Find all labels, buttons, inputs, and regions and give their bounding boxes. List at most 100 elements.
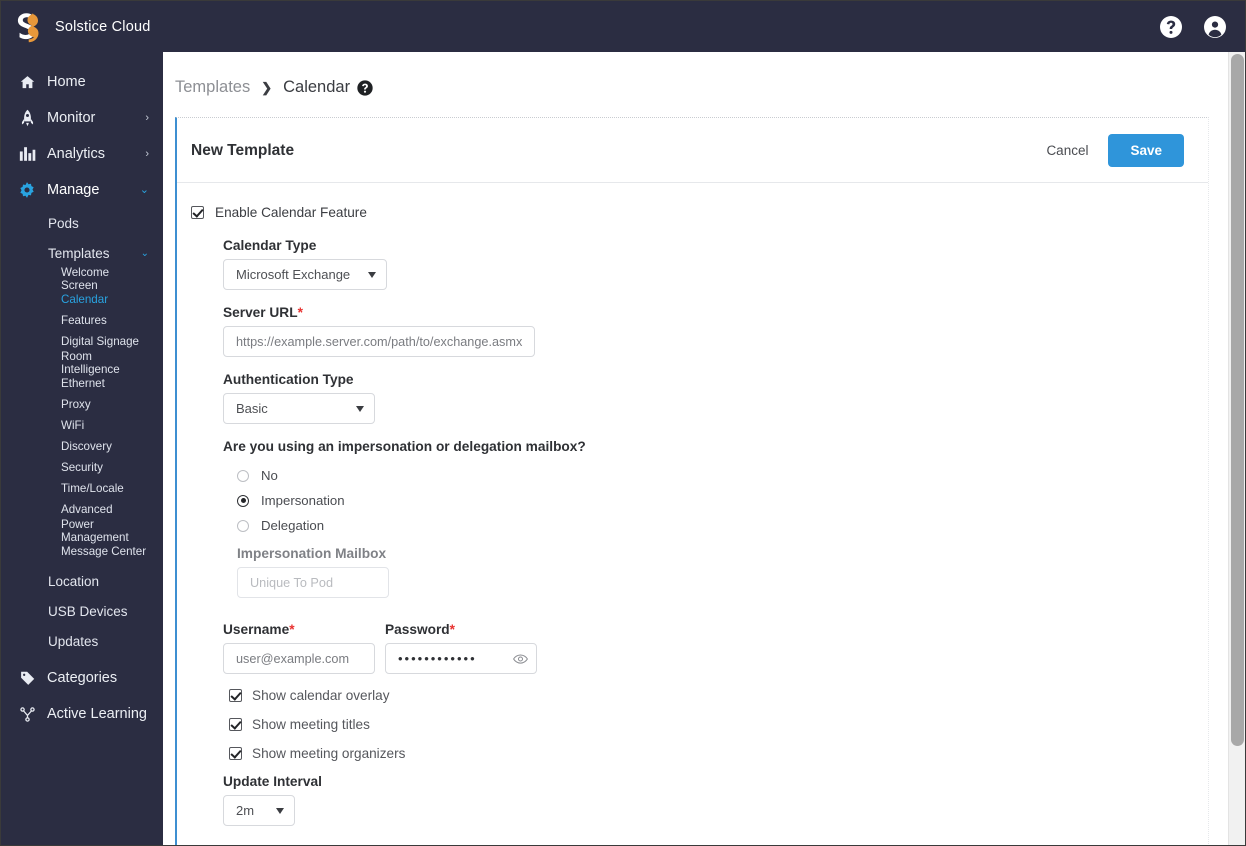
sidebar-item-label: Welcome Screen — [61, 265, 110, 292]
sidebar-item-features[interactable]: Features — [1, 310, 163, 331]
sidebar-item-manage[interactable]: Manage ⌄ — [1, 172, 163, 208]
radio-no[interactable] — [237, 469, 249, 482]
sidebar-item-label: Ethernet — [61, 377, 105, 390]
sidebar-item-label: Analytics — [47, 146, 106, 162]
main-content: Templates ❯ Calendar New Template Cancel… — [163, 52, 1245, 845]
sidebar-item-updates[interactable]: Updates — [1, 626, 163, 656]
sidebar-item-power-management[interactable]: Power Management — [1, 518, 163, 544]
impersonation-mailbox-label: Impersonation Mailbox — [237, 546, 387, 561]
server-url-input[interactable]: https://example.server.com/path/to/excha… — [223, 326, 535, 357]
sidebar-item-label: Monitor — [47, 110, 96, 126]
sidebar-item-label: Categories — [47, 670, 118, 686]
sidebar-item-welcome-screen[interactable]: Welcome Screen — [1, 265, 163, 292]
user-account-icon[interactable] — [1203, 15, 1227, 39]
sidebar-item-location[interactable]: Location — [1, 566, 163, 596]
sidebar-item-active-learning[interactable]: Active Learning — [1, 696, 163, 732]
show-calendar-overlay-label: Show calendar overlay — [252, 688, 390, 703]
sidebar-item-ethernet[interactable]: Ethernet — [1, 373, 163, 394]
chevron-down-icon — [276, 807, 284, 814]
breadcrumb-separator: ❯ — [261, 79, 273, 95]
gear-icon — [17, 181, 37, 199]
update-interval-select[interactable]: 2m — [223, 795, 295, 826]
sidebar-item-templates[interactable]: Templates ⌄ — [1, 238, 163, 268]
rocket-icon — [17, 109, 37, 128]
credentials-row: Username* user@example.com Password* •••… — [223, 622, 1208, 674]
sidebar-item-proxy[interactable]: Proxy — [1, 394, 163, 415]
bar-chart-icon — [17, 146, 37, 162]
sidebar-item-pods[interactable]: Pods — [1, 208, 163, 238]
sidebar-item-analytics[interactable]: Analytics › — [1, 136, 163, 172]
sidebar-item-label: Templates — [48, 245, 110, 261]
vertical-scrollbar[interactable] — [1228, 52, 1245, 845]
mailbox-radio-group: No Impersonation Delegation — [237, 463, 1208, 538]
username-input[interactable]: user@example.com — [223, 643, 375, 674]
sidebar-item-wifi[interactable]: WiFi — [1, 415, 163, 436]
mailbox-question-group: Are you using an impersonation or delega… — [223, 439, 1208, 538]
help-circle-icon[interactable] — [1159, 15, 1183, 39]
required-marker: * — [449, 622, 455, 637]
sidebar-item-label: Updates — [48, 633, 99, 649]
auth-type-label: Authentication Type — [223, 372, 354, 387]
sidebar-item-security[interactable]: Security — [1, 457, 163, 478]
radio-option-no[interactable]: No — [237, 463, 1208, 488]
radio-delegation[interactable] — [237, 519, 249, 532]
radio-option-delegation[interactable]: Delegation — [237, 513, 1208, 538]
sidebar-item-home[interactable]: Home — [1, 64, 163, 100]
username-label: Username* — [223, 622, 375, 637]
show-meeting-organizers-checkbox[interactable] — [229, 747, 242, 760]
radio-impersonation[interactable] — [237, 494, 249, 507]
topbar-icons — [1159, 15, 1227, 39]
update-interval-field: Update Interval 2m — [223, 774, 1208, 826]
radio-delegation-label: Delegation — [261, 518, 325, 533]
auth-type-select[interactable]: Basic — [223, 393, 375, 424]
username-field: Username* user@example.com — [223, 622, 375, 674]
brand[interactable]: Solstice Cloud — [13, 11, 151, 43]
sidebar-item-categories[interactable]: Categories — [1, 660, 163, 696]
brand-name: Solstice Cloud — [55, 18, 151, 35]
sidebar-item-label: Features — [61, 314, 107, 327]
calendar-type-select[interactable]: Microsoft Exchange — [223, 259, 387, 290]
sidebar-item-message-center[interactable]: Message Center — [1, 541, 163, 562]
username-placeholder: user@example.com — [236, 651, 350, 666]
enable-calendar-checkbox-row[interactable]: Enable Calendar Feature — [191, 205, 1208, 220]
save-button[interactable]: Save — [1108, 134, 1184, 167]
display-options-group: Show calendar overlay Show meeting title… — [229, 688, 1208, 761]
sidebar-item-discovery[interactable]: Discovery — [1, 436, 163, 457]
calendar-settings-group: Calendar Type Microsoft Exchange Server … — [223, 238, 1208, 826]
sidebar-item-label: Location — [48, 573, 100, 589]
sidebar-item-room-intelligence[interactable]: Room Intelligence — [1, 350, 163, 376]
show-calendar-overlay-checkbox[interactable] — [229, 689, 242, 702]
breadcrumb-templates[interactable]: Templates — [175, 78, 250, 97]
sidebar-item-time-locale[interactable]: Time/Locale — [1, 478, 163, 499]
server-url-label: Server URL* — [223, 305, 1208, 320]
radio-option-impersonation[interactable]: Impersonation — [237, 488, 1208, 513]
enable-calendar-checkbox[interactable] — [191, 206, 204, 219]
help-circle-icon[interactable] — [357, 79, 373, 96]
chevron-down-icon: ⌄ — [139, 183, 149, 196]
impersonation-mailbox-field: Impersonation Mailbox Unique To Pod — [237, 546, 1208, 598]
show-meeting-organizers-row[interactable]: Show meeting organizers — [229, 746, 1208, 761]
sidebar-item-calendar[interactable]: Calendar — [1, 289, 163, 310]
show-calendar-overlay-row[interactable]: Show calendar overlay — [229, 688, 1208, 703]
eye-icon[interactable] — [513, 651, 528, 666]
sidebar-item-monitor[interactable]: Monitor › — [1, 100, 163, 136]
cancel-button[interactable]: Cancel — [1034, 137, 1100, 164]
calendar-type-field: Calendar Type Microsoft Exchange — [223, 238, 1208, 290]
update-interval-label: Update Interval — [223, 774, 322, 789]
sidebar-item-label: Time/Locale — [61, 482, 124, 495]
tag-icon — [17, 670, 37, 687]
sidebar-item-label: Manage — [47, 182, 100, 198]
breadcrumb-current-label: Calendar — [283, 78, 351, 96]
home-icon — [17, 74, 37, 91]
sidebar-item-usb-devices[interactable]: USB Devices — [1, 596, 163, 626]
show-meeting-titles-row[interactable]: Show meeting titles — [229, 717, 1208, 732]
sidebar: Home Monitor › Analytics › Manage ⌄ Pods… — [1, 52, 163, 845]
card-body: Enable Calendar Feature Calendar Type Mi… — [177, 183, 1208, 845]
card-header: New Template Cancel Save — [177, 118, 1208, 183]
show-meeting-titles-checkbox[interactable] — [229, 718, 242, 731]
impersonation-mailbox-input[interactable]: Unique To Pod — [237, 567, 389, 598]
breadcrumb: Templates ❯ Calendar — [163, 52, 1245, 97]
scrollbar-thumb[interactable] — [1231, 54, 1244, 746]
chevron-right-icon: › — [145, 111, 149, 124]
sidebar-item-label: USB Devices — [48, 603, 128, 619]
